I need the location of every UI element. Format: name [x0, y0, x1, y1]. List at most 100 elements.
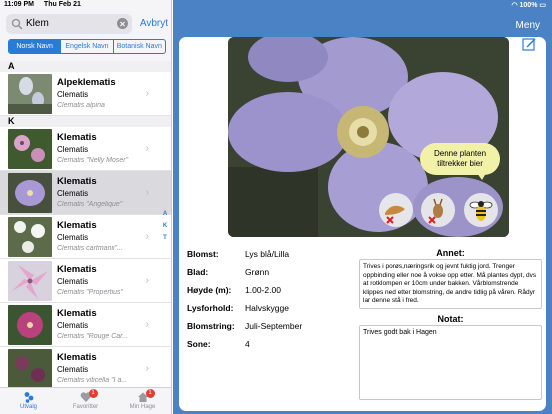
segment-botanisk-navn[interactable]: Botanisk Navn: [114, 40, 165, 53]
chevron-right-icon: ›: [145, 88, 149, 99]
detail-label: Høyde (m):: [187, 285, 232, 295]
battery-icon: ▭: [539, 2, 546, 9]
detail-label: Blad:: [187, 267, 209, 277]
tab-label: Favoritter: [72, 404, 99, 410]
tab-label: Min Hage: [129, 404, 156, 410]
search-input[interactable]: Klem: [6, 14, 132, 34]
bee-icon: [464, 193, 498, 227]
list-item-subtitle: Clematis: [57, 321, 89, 330]
list-item[interactable]: Klematis Clematis Clematis "Propertius" …: [0, 259, 171, 303]
plant-thumbnail: [8, 129, 52, 169]
search-value: Klem: [26, 18, 49, 29]
name-type-segmented-control: Norsk Navn Engelsk Navn Botanisk Navn: [8, 39, 166, 54]
detail-value: 1.00-2.00: [245, 285, 281, 295]
favorites-badge: 1: [88, 389, 98, 398]
chevron-right-icon: ›: [145, 187, 149, 198]
chevron-right-icon: ›: [145, 231, 149, 242]
index-letter[interactable]: K: [161, 220, 169, 232]
list-item-title: Klematis: [57, 176, 97, 187]
detail-row-blomst: Blomst: Lys blå/Lilla: [187, 249, 357, 267]
chevron-right-icon: ›: [145, 143, 149, 154]
list-item-latin: Clematis alpina: [57, 102, 105, 109]
filter-icon: [24, 392, 33, 403]
list-item-subtitle: Clematis: [57, 189, 89, 198]
list-item-subtitle: Clematis: [57, 365, 89, 374]
detail-label: Blomstring:: [187, 321, 235, 331]
tab-label: Utvalg: [19, 404, 37, 410]
plant-thumbnail: [8, 349, 52, 387]
tab-utvalg[interactable]: Utvalg: [0, 388, 57, 414]
list-item-subtitle: Clematis: [57, 277, 89, 286]
wifi-icon: ◠: [511, 2, 518, 9]
section-header-k: K: [0, 116, 171, 127]
annet-title: Annet:: [436, 248, 465, 258]
search-row: Klem Avbryt: [6, 14, 168, 34]
tab-bar: Utvalg 1 Favoritter 1 Min Hage: [0, 387, 171, 414]
detail-value: Lys blå/Lilla: [245, 249, 290, 259]
plant-thumbnail: [8, 173, 52, 213]
status-bar-right: ◠ 100% ▭: [511, 1, 546, 9]
list-item-title: Klematis: [57, 352, 97, 363]
section-header-a: A: [0, 61, 171, 72]
chevron-right-icon: ›: [145, 319, 149, 330]
list-item-subtitle: Clematis: [57, 233, 89, 242]
list-item-latin: Clematis viticella "I a...: [57, 377, 128, 384]
chevron-right-icon: ›: [145, 363, 149, 374]
list-item-latin: Clematis "Angelique": [57, 201, 123, 208]
list-item-title: Alpeklematis: [57, 77, 116, 88]
list-item[interactable]: Klematis Clematis Clematis "Rouge Car...…: [0, 303, 171, 347]
annet-text-field[interactable]: Trives i porøs,næringsrik og jevnt fukti…: [359, 259, 542, 309]
detail-row-sone: Sone: 4: [187, 339, 357, 357]
detail-value: Juli-September: [245, 321, 303, 331]
list-item-selected[interactable]: Klematis Clematis Clematis "Angelique" ›: [0, 171, 171, 215]
notat-text-field[interactable]: Trives godt bak i Hagen: [359, 325, 542, 400]
list-item-latin: Clematis "Propertius": [57, 289, 124, 296]
garden-badge: 1: [145, 389, 155, 398]
detail-label: Sone:: [187, 339, 211, 349]
status-bar-left: 11:09 PM Thu Feb 21: [4, 1, 89, 8]
list-item-subtitle: Clematis: [57, 145, 89, 154]
detail-row-blad: Blad: Grønn: [187, 267, 357, 285]
status-date: Thu Feb 21: [43, 1, 81, 8]
search-icon: [11, 18, 23, 30]
clear-icon[interactable]: [117, 18, 128, 29]
detail-value: Grønn: [245, 267, 270, 277]
list-item-title: Klematis: [57, 132, 97, 143]
plant-detail-pane: ◠ 100% ▭ Meny Denne planten tiltrekker b…: [173, 0, 552, 414]
no-snails-icon: [379, 193, 413, 227]
notat-title: Notat:: [437, 314, 464, 324]
list-item[interactable]: Alpeklematis Clematis Clematis alpina ›: [0, 72, 171, 116]
list-item-title: Klematis: [57, 308, 97, 319]
bee-info-bubble: Denne planten tiltrekker bier: [420, 143, 500, 180]
list-item-subtitle: Clematis: [57, 90, 89, 99]
plant-list: A Alpeklematis Clematis Clematis alpina …: [0, 61, 171, 387]
tab-favoritter[interactable]: 1 Favoritter: [57, 388, 114, 414]
list-item-latin: Clematis "Rouge Car...: [57, 333, 129, 340]
status-time: 11:09 PM: [4, 1, 34, 8]
detail-card: Denne planten tiltrekker bier Blomst: Ly…: [179, 37, 546, 411]
cancel-button[interactable]: Avbryt: [140, 18, 168, 29]
detail-row-hoyde: Høyde (m): 1.00-2.00: [187, 285, 357, 303]
list-item-title: Klematis: [57, 264, 97, 275]
detail-value: Halvskygge: [245, 303, 289, 313]
section-index[interactable]: A K T: [161, 208, 169, 244]
list-item[interactable]: Klematis Clematis Clematis cartmanii"...…: [0, 215, 171, 259]
plant-thumbnail: [8, 261, 52, 301]
plant-photo: Denne planten tiltrekker bier: [228, 37, 509, 237]
no-deer-icon: [421, 193, 455, 227]
plant-details: Blomst: Lys blå/Lilla Blad: Grønn Høyde …: [187, 249, 357, 357]
edit-icon[interactable]: [522, 37, 536, 51]
plant-list-pane: 11:09 PM Thu Feb 21 Klem Avbryt Norsk Na…: [0, 0, 172, 414]
list-item[interactable]: Klematis Clematis Clematis "Nelly Moser"…: [0, 127, 171, 171]
index-letter[interactable]: A: [161, 208, 169, 220]
list-item[interactable]: Klematis Clematis Clematis viticella "I …: [0, 347, 171, 387]
tab-min-hage[interactable]: 1 Min Hage: [114, 388, 171, 414]
detail-label: Lysforhold:: [187, 303, 234, 313]
chevron-right-icon: ›: [145, 275, 149, 286]
segment-norsk-navn[interactable]: Norsk Navn: [9, 40, 62, 53]
index-letter[interactable]: T: [161, 232, 169, 244]
segment-engelsk-navn[interactable]: Engelsk Navn: [61, 40, 114, 53]
plant-thumbnail: [8, 217, 52, 257]
detail-value: 4: [245, 339, 250, 349]
menu-button[interactable]: Meny: [516, 20, 540, 31]
